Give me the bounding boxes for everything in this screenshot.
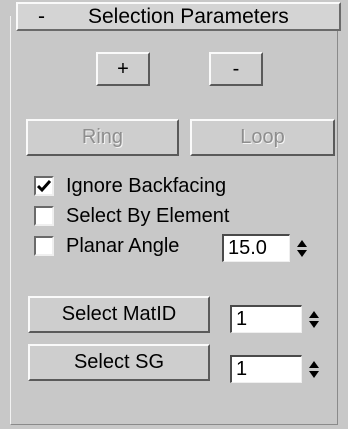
planar-angle-spinner[interactable]: 15.0	[222, 234, 310, 262]
shrink-selection-label: -	[232, 57, 240, 80]
sg-spinner[interactable]: 1	[230, 355, 330, 383]
matid-spinner[interactable]: 1	[230, 305, 330, 333]
shrink-selection-button[interactable]: -	[209, 52, 263, 86]
rollout-header[interactable]: - Selection Parameters	[16, 2, 341, 31]
planar-angle-option[interactable]: Planar Angle	[34, 233, 179, 259]
planar-angle-field[interactable]: 15.0	[222, 234, 290, 262]
select-matid-label: Select MatID	[61, 303, 177, 325]
spinner-down-icon[interactable]	[309, 371, 319, 378]
select-by-element-checkbox[interactable]	[34, 206, 54, 226]
matid-field[interactable]: 1	[230, 305, 302, 333]
select-by-element-option[interactable]: Select By Element	[34, 203, 229, 229]
planar-angle-checkbox[interactable]	[34, 236, 54, 256]
loop-button[interactable]: Loop	[190, 119, 335, 156]
spinner-arrows-icon[interactable]	[307, 357, 321, 381]
ring-button-label: Ring	[81, 126, 124, 148]
ignore-backfacing-checkbox[interactable]	[34, 176, 54, 196]
spinner-up-icon[interactable]	[297, 240, 307, 247]
checkmark-icon	[37, 180, 51, 193]
spinner-up-icon[interactable]	[309, 311, 319, 318]
loop-button-label: Loop	[240, 126, 285, 148]
spinner-up-icon[interactable]	[309, 361, 319, 368]
sg-field[interactable]: 1	[230, 355, 302, 383]
select-sg-button[interactable]: Select SG	[28, 344, 210, 381]
planar-angle-label: Planar Angle	[66, 234, 180, 257]
spinner-down-icon[interactable]	[297, 250, 307, 257]
collapse-toggle-icon[interactable]: -	[38, 4, 45, 29]
grow-selection-button[interactable]: +	[96, 52, 150, 86]
spinner-arrows-icon[interactable]	[295, 236, 309, 260]
spinner-arrows-icon[interactable]	[307, 307, 321, 331]
select-matid-button[interactable]: Select MatID	[28, 296, 210, 333]
grow-selection-label: +	[117, 57, 129, 80]
spinner-down-icon[interactable]	[309, 321, 319, 328]
rollout-title: Selection Parameters	[88, 5, 289, 28]
ignore-backfacing-label: Ignore Backfacing	[66, 174, 227, 197]
select-sg-label: Select SG	[73, 351, 165, 373]
select-by-element-label: Select By Element	[66, 204, 230, 227]
ignore-backfacing-option[interactable]: Ignore Backfacing	[34, 173, 226, 199]
ring-button[interactable]: Ring	[26, 119, 179, 156]
